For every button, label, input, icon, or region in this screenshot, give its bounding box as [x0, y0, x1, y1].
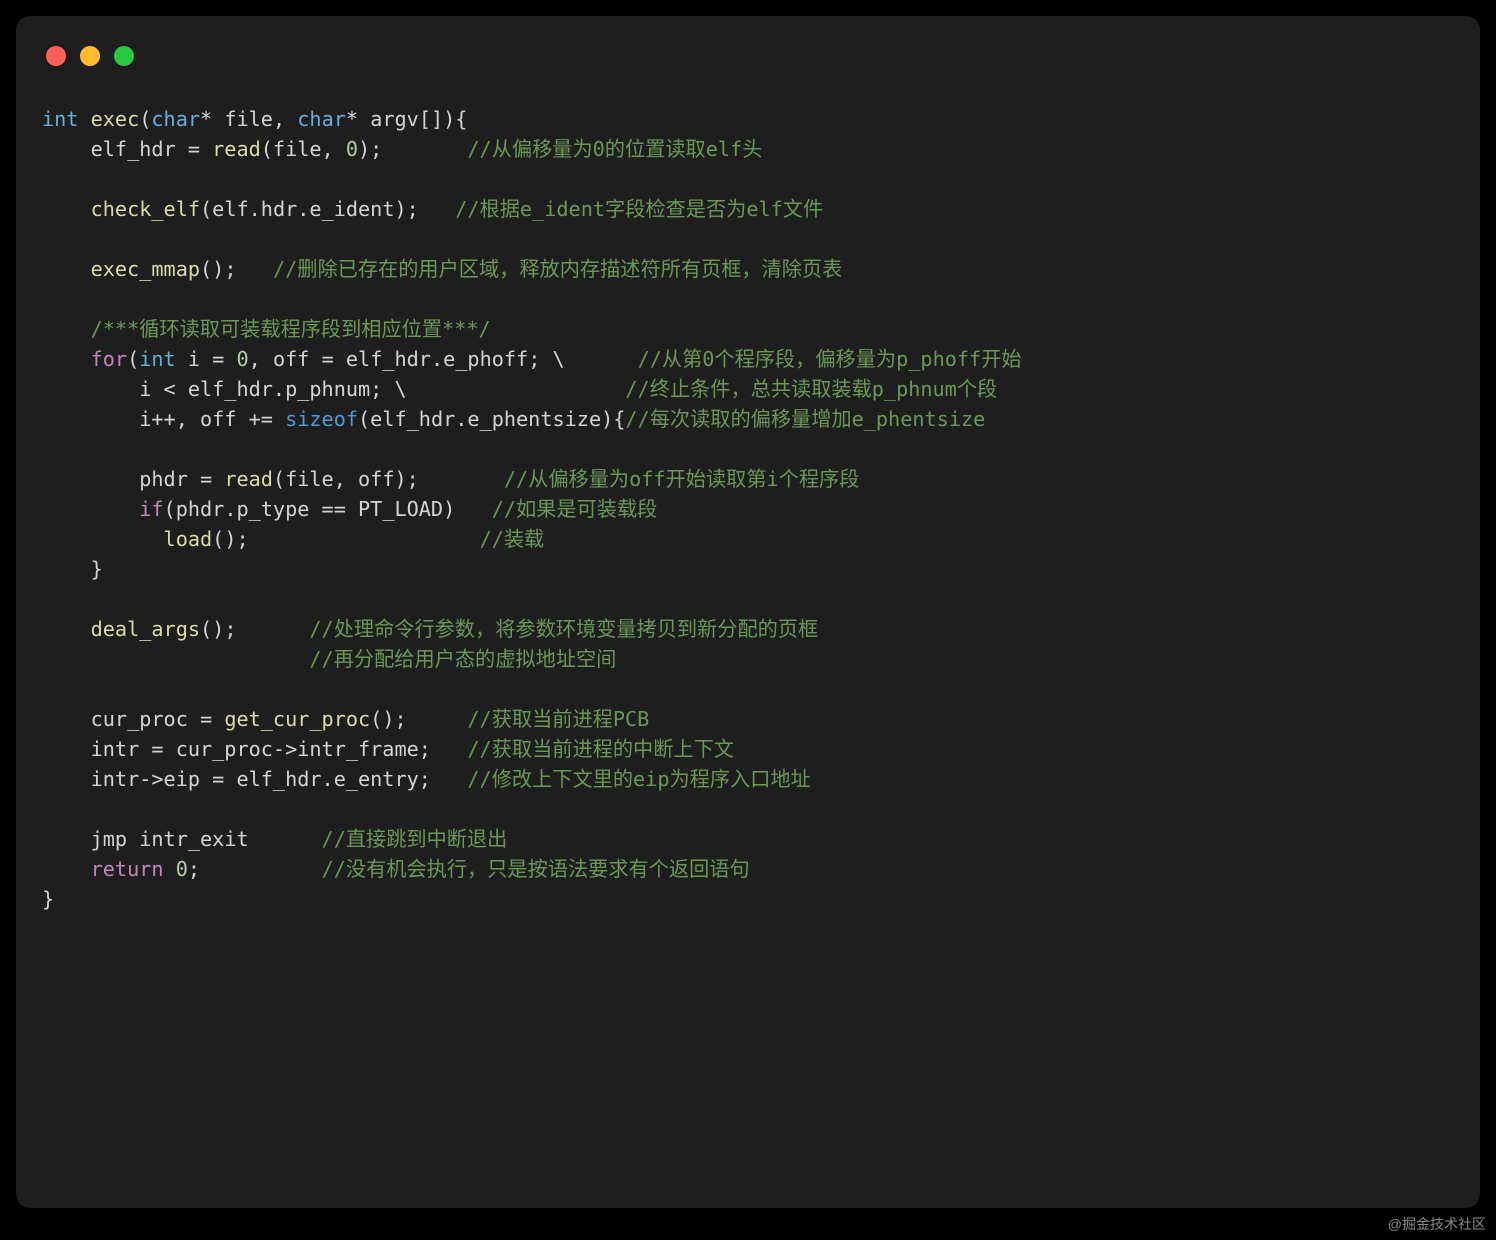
fn-exec-mmap: exec_mmap	[91, 257, 200, 281]
punct: ();	[370, 707, 467, 731]
punct: ;	[188, 857, 322, 881]
kw-for: for	[91, 347, 127, 371]
code-text: phdr =	[42, 467, 224, 491]
comment: //没有机会执行，只是按语法要求有个返回语句	[322, 857, 750, 881]
kw-sizeof: sizeof	[285, 407, 358, 431]
indent	[42, 347, 91, 371]
watermark: @掘金技术社区	[1388, 1214, 1486, 1234]
indent	[42, 257, 91, 281]
indent	[42, 497, 139, 521]
indent	[42, 617, 91, 641]
fn-check-elf: check_elf	[91, 197, 200, 221]
code-text: jmp intr_exit	[42, 827, 322, 851]
comment: //每次读取的偏移量增加e_phentsize	[625, 407, 985, 431]
kw-int: int	[42, 107, 78, 131]
comment: //如果是可装载段	[492, 497, 658, 521]
code-text: , off = elf_hdr.e_phoff; \	[249, 347, 638, 371]
param2: * argv[]){	[346, 107, 468, 131]
brace: }	[42, 557, 103, 581]
comment: //从第0个程序段，偏移量为p_phoff开始	[638, 347, 1022, 371]
code-text: (phdr.p_type == PT_LOAD)	[164, 497, 492, 521]
code-text: intr->eip = elf_hdr.e_entry;	[42, 767, 467, 791]
code-text: (elf_hdr.e_phentsize){	[358, 407, 625, 431]
code-text: i =	[176, 347, 237, 371]
comment-block: /***循环读取可装载程序段到相应位置***/	[91, 317, 491, 341]
param: * file,	[200, 107, 297, 131]
kw-char: char	[151, 107, 200, 131]
code-block: int exec(char* file, char* argv[]){ elf_…	[42, 104, 1022, 914]
kw-int: int	[139, 347, 175, 371]
num-0: 0	[346, 137, 358, 161]
close-icon[interactable]	[46, 46, 66, 66]
fn-read: read	[212, 137, 261, 161]
comment: //终止条件，总共读取装载p_phnum个段	[625, 377, 1009, 401]
indent	[42, 647, 309, 671]
punct: );	[358, 137, 467, 161]
sp	[78, 107, 90, 131]
sp	[164, 857, 176, 881]
comment: //获取当前进程的中断上下文	[467, 737, 734, 761]
punct: ();	[200, 257, 273, 281]
comment: //删除已存在的用户区域，释放内存描述符所有页框，清除页表	[273, 257, 842, 281]
args: (file, off);	[273, 467, 504, 491]
indent	[42, 317, 91, 341]
comment: //获取当前进程PCB	[467, 707, 649, 731]
args: (file,	[261, 137, 346, 161]
comment: //修改上下文里的eip为程序入口地址	[467, 767, 810, 791]
comment: //处理命令行参数，将参数环境变量拷贝到新分配的页框	[309, 617, 818, 641]
code-text: i < elf_hdr.p_phnum; \	[42, 377, 625, 401]
code-text: elf_hdr =	[42, 137, 212, 161]
minimize-icon[interactable]	[80, 46, 100, 66]
comment: //直接跳到中断退出	[322, 827, 508, 851]
args: (elf.hdr.e_ident);	[200, 197, 455, 221]
fn-load: load	[164, 527, 213, 551]
fn-exec: exec	[91, 107, 140, 131]
comment: //装载	[480, 527, 545, 551]
code-text: cur_proc =	[42, 707, 224, 731]
paren: (	[139, 107, 151, 131]
fn-deal-args: deal_args	[91, 617, 200, 641]
paren: (	[127, 347, 139, 371]
fn-get-cur-proc: get_cur_proc	[224, 707, 370, 731]
zoom-icon[interactable]	[114, 46, 134, 66]
brace: }	[42, 887, 54, 911]
code-text: i++, off +=	[42, 407, 285, 431]
num-0: 0	[237, 347, 249, 371]
code-window: int exec(char* file, char* argv[]){ elf_…	[16, 16, 1480, 1208]
kw-if: if	[139, 497, 163, 521]
comment: //再分配给用户态的虚拟地址空间	[309, 647, 616, 671]
window-traffic-lights	[46, 46, 134, 66]
punct: ();	[200, 617, 309, 641]
indent	[42, 857, 91, 881]
comment: //从偏移量为off开始读取第i个程序段	[504, 467, 860, 491]
num-0: 0	[176, 857, 188, 881]
kw-return: return	[91, 857, 164, 881]
comment: //从偏移量为0的位置读取elf头	[467, 137, 762, 161]
indent	[42, 527, 164, 551]
comment: //根据e_ident字段检查是否为elf文件	[455, 197, 823, 221]
code-text: intr = cur_proc->intr_frame;	[42, 737, 467, 761]
punct: ();	[212, 527, 479, 551]
indent	[42, 197, 91, 221]
kw-char2: char	[297, 107, 346, 131]
fn-read: read	[224, 467, 273, 491]
